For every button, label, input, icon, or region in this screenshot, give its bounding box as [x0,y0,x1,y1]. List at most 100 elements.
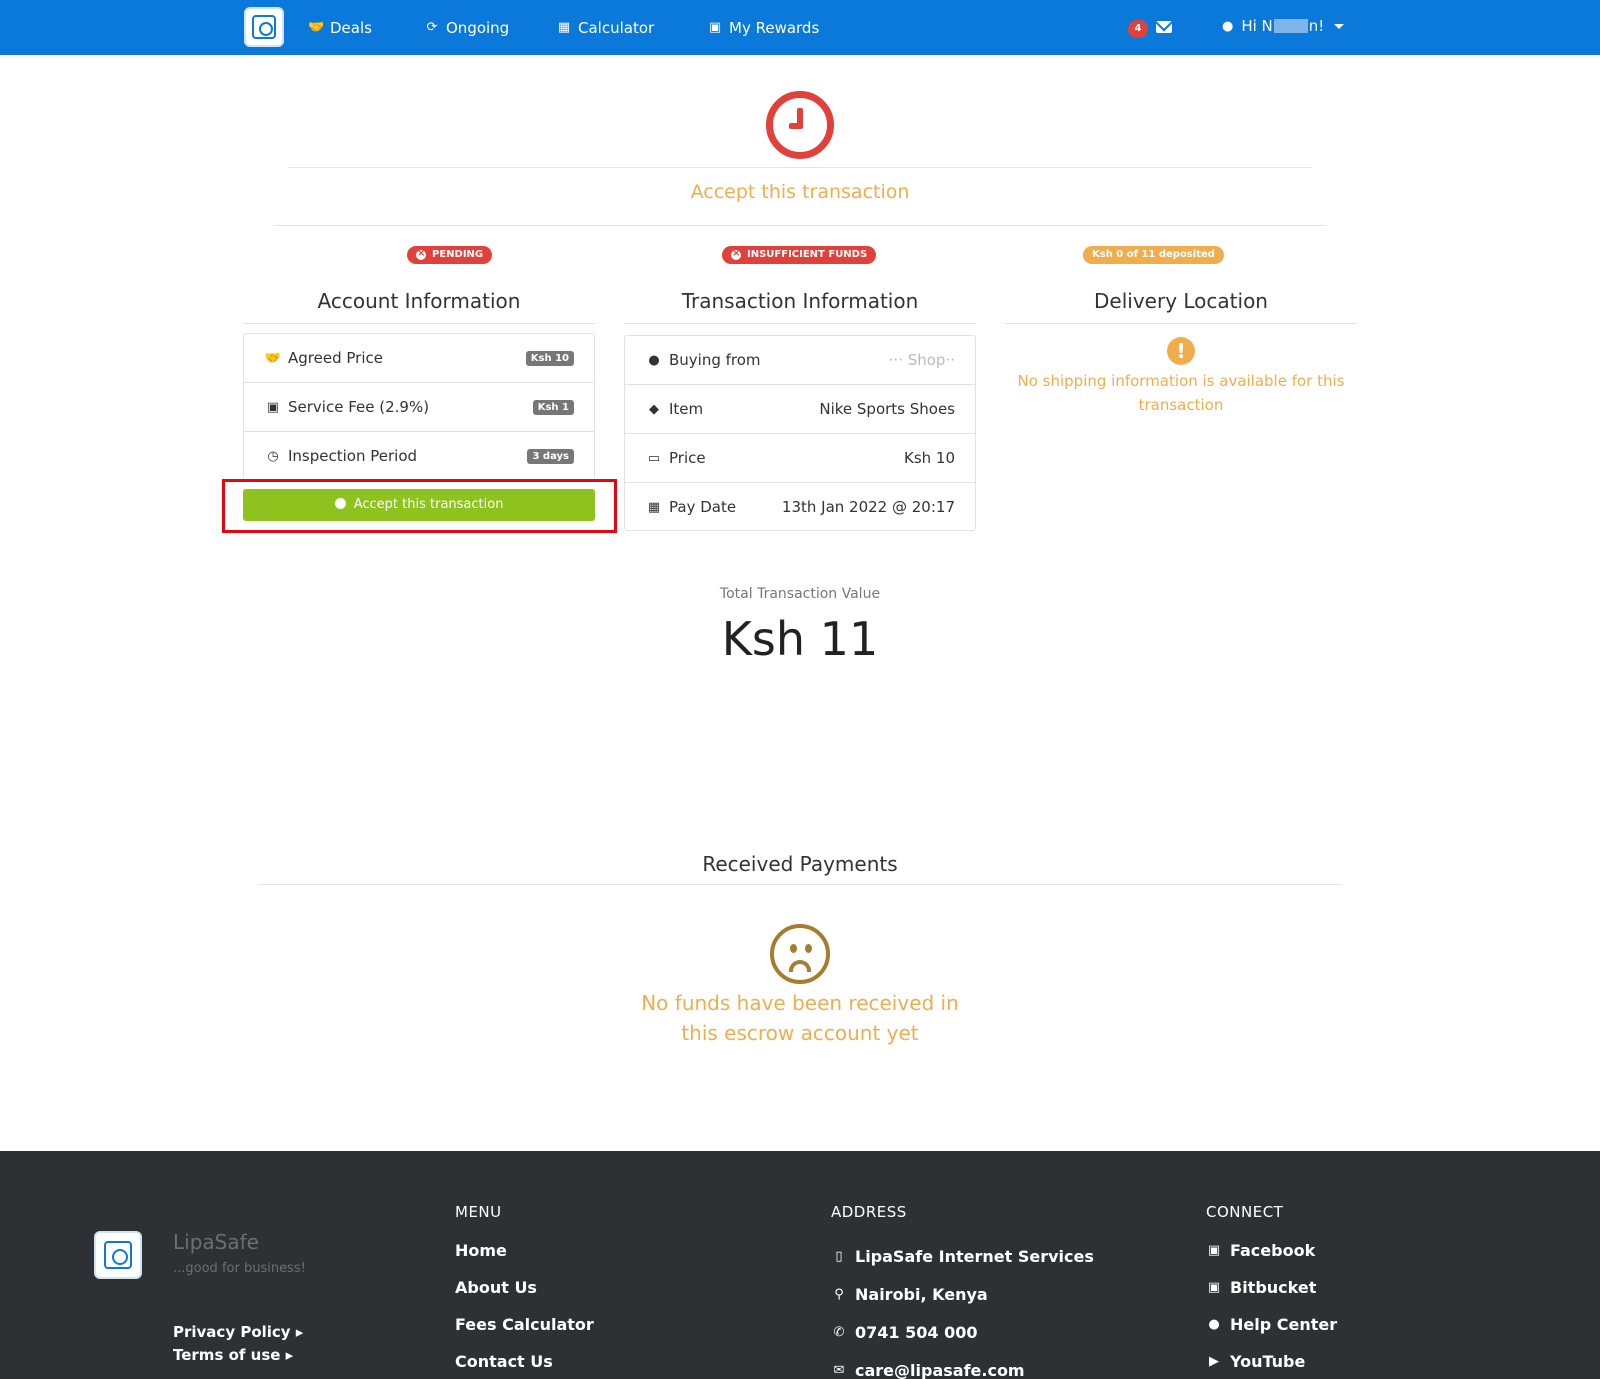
facebook-link[interactable]: ▣ Facebook [1206,1241,1315,1260]
list-item: ◆ Item Nike Sports Shoes [625,385,975,434]
address-company: ▯ LipaSafe Internet Services [831,1247,1094,1266]
bitbucket-link[interactable]: ▣ Bitbucket [1206,1278,1317,1297]
user-icon: ● [1222,18,1234,34]
privacy-policy-link[interactable]: Privacy Policy ▸ [173,1323,303,1341]
total-value: Ksh 11 [721,612,879,666]
times-circle-icon [731,245,741,263]
nav-my-rewards[interactable]: ▣ My Rewards [707,17,819,39]
pending-label: PENDING [432,249,484,260]
refresh-icon: ⟳ [426,20,438,35]
youtube-icon: ▶ [1209,1354,1219,1369]
deposited-label: Ksh 0 of 11 deposited [1092,249,1215,260]
address-email[interactable]: ✉ care@lipasafe.com [831,1361,1025,1379]
user-icon: ● [648,352,660,368]
clock-icon: ◷ [267,448,279,464]
exclamation-circle-icon: ! [1167,337,1195,365]
map-marker-icon: ⚲ [834,1287,844,1302]
item-value: Nike Sports Shoes [819,400,955,418]
money-icon: ▣ [708,20,722,35]
agreed-price-value: Ksh 10 [525,350,574,366]
footer-tagline: ...good for business! [173,1261,306,1276]
redacted-name [1273,19,1308,33]
list-item: ▭ Price Ksh 10 [625,434,975,483]
user-menu-toggle[interactable]: ● Hi N n! [1222,17,1345,35]
total-value-label: Total Transaction Value [719,586,881,602]
pending-status-badge: PENDING [407,245,493,264]
footer-about-link[interactable]: About Us [455,1278,537,1297]
delivery-location-title: Delivery Location [1094,289,1268,313]
list-item: ● Buying from ··· Shop·· [625,336,975,385]
phone-icon: ✆ [833,1325,845,1340]
inspection-period-value: 3 days [527,448,574,464]
footer-fees-calculator-link[interactable]: Fees Calculator [455,1315,594,1334]
inspection-period-label: Inspection Period [288,447,418,465]
divider [243,323,595,324]
nav-deals-label: Deals [330,19,372,37]
envelope-icon[interactable] [1156,21,1172,33]
price-label: Price [669,449,706,467]
footer-brand: LipaSafe [173,1230,259,1254]
page-title: Accept this transaction [690,181,910,203]
footer-contact-link[interactable]: Contact Us [455,1352,553,1371]
nav-my-rewards-label: My Rewards [729,19,820,37]
top-navbar: 🤝 Deals ⟳ Ongoing ▦ Calculator ▣ My Rewa… [0,0,1600,55]
terms-of-use-link[interactable]: Terms of use ▸ [173,1346,293,1364]
nav-calculator[interactable]: ▦ Calculator [556,17,654,39]
youtube-label: YouTube [1230,1352,1306,1371]
youtube-link[interactable]: ▶ YouTube [1206,1352,1305,1371]
divider [258,884,1342,885]
nav-calculator-label: Calculator [578,19,655,37]
highlight-box [222,479,617,533]
account-information-panel: 🤝 Agreed Price Ksh 10 ▣ Service Fee (2.9… [243,333,595,480]
cube-icon: ◆ [649,401,659,417]
handshake-icon: 🤝 [264,350,282,366]
lipasafe-logo-icon[interactable] [94,1231,142,1279]
nav-ongoing-label: Ongoing [446,19,510,37]
menu-heading: MENU [455,1203,502,1221]
pay-date-value: 13th Jan 2022 @ 20:17 [781,498,955,516]
handshake-icon: 🤝 [308,20,325,35]
bitbucket-icon: ▣ [1207,1280,1221,1295]
footer-home-link[interactable]: Home [455,1241,507,1260]
frown-icon [770,924,830,984]
nav-ongoing[interactable]: ⟳ Ongoing [424,17,510,39]
no-funds-message: No funds have been received in this escr… [641,991,959,1045]
service-fee-value: Ksh 1 [532,399,574,415]
envelope-icon: ✉ [833,1363,845,1378]
facebook-icon: ▣ [1207,1243,1221,1258]
calculator-icon: ▦ [557,20,571,35]
address-city: ⚲ Nairobi, Kenya [831,1285,988,1304]
buying-from-value: ··· Shop·· [888,351,955,369]
caret-down-icon [1334,23,1345,29]
lipasafe-logo-icon[interactable] [244,7,284,47]
bitbucket-label: Bitbucket [1230,1278,1317,1297]
buying-from-label: Buying from [669,351,761,369]
account-information-title: Account Information [317,289,521,313]
agreed-price-label: Agreed Price [288,349,383,367]
list-item: ▦ Pay Date 13th Jan 2022 @ 20:17 [625,483,975,531]
address-company-text: LipaSafe Internet Services [855,1247,1094,1266]
service-fee-label: Service Fee (2.9%) [288,398,430,416]
address-email-text: care@lipasafe.com [855,1361,1025,1379]
nav-deals[interactable]: 🤝 Deals [308,17,372,39]
price-value: Ksh 10 [903,449,955,467]
divider [274,225,1326,226]
divider [1005,323,1357,324]
divider [288,167,1312,168]
deposited-badge: Ksh 0 of 11 deposited [1083,246,1224,264]
transaction-information-panel: ● Buying from ··· Shop·· ◆ Item Nike Spo… [624,335,976,531]
footer: LipaSafe ...good for business! Privacy P… [0,1151,1600,1379]
item-label: Item [669,400,704,418]
address-phone: ✆ 0741 504 000 [831,1323,978,1342]
insufficient-funds-badge: INSUFFICIENT FUNDS [722,245,877,264]
address-phone-text: 0741 504 000 [855,1323,978,1342]
list-item: 🤝 Agreed Price Ksh 10 [244,334,594,383]
greeting-prefix: Hi N [1241,17,1273,35]
facebook-label: Facebook [1230,1241,1316,1260]
help-center-link[interactable]: ● Help Center [1206,1315,1337,1334]
money-icon: ▣ [266,399,280,415]
calendar-icon: ▦ [647,499,661,515]
notification-count-badge[interactable]: 4 [1128,20,1148,38]
address-heading: ADDRESS [831,1203,907,1221]
divider [624,323,976,324]
